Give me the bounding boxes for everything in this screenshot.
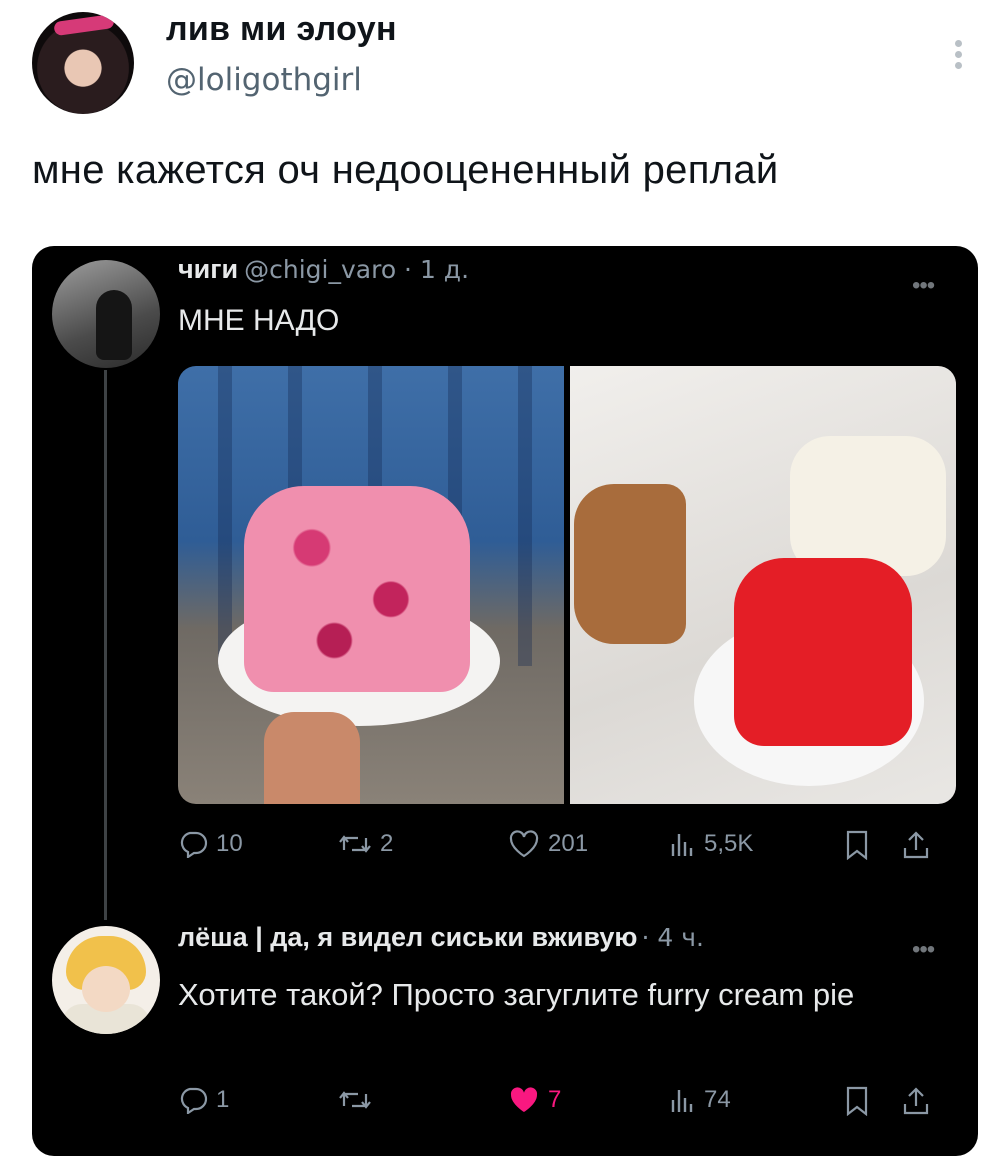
avatar[interactable] [52, 260, 160, 368]
views-icon [671, 1090, 693, 1112]
tweet-actions: 1 7 74 [178, 1086, 956, 1126]
like-count: 7 [548, 1086, 562, 1113]
media-image-pink-leopard-cake[interactable] [178, 366, 564, 804]
author-name[interactable]: лив ми элоун [166, 10, 397, 49]
bookmark-icon [846, 1086, 868, 1116]
tweet-actions: 10 2 201 5,5K [178, 830, 956, 870]
media-image-leopard-cakes[interactable] [570, 366, 956, 804]
reply-button[interactable]: 10 [178, 830, 243, 858]
retweet-button[interactable]: 2 [338, 830, 393, 858]
bookmark-button[interactable] [844, 1086, 870, 1116]
share-button[interactable] [902, 1086, 930, 1116]
retweet-icon [339, 1091, 371, 1109]
tweet-text: Хотите такой? Просто загуглите furry cre… [178, 977, 855, 1012]
avatar[interactable] [32, 12, 134, 114]
reply-count: 10 [216, 830, 243, 857]
share-icon [903, 1087, 929, 1115]
tweet-text: мне кажется оч недооцененный реплай [32, 148, 779, 192]
view-count: 5,5K [704, 830, 754, 857]
tweet-text: МНЕ НАДО [178, 304, 340, 337]
author-handle-time[interactable]: @chigi_varo · 1 д. [244, 255, 469, 284]
embedded-screenshot[interactable]: чиги@chigi_varo · 1 д. ••• МНЕ НАДО 10 [32, 246, 978, 1156]
heart-icon [509, 830, 539, 858]
author-handle[interactable]: @loligothgirl [166, 62, 362, 98]
tweet-header: лёша | да, я видел сиськи вживую · 4 ч. [178, 922, 704, 953]
like-button[interactable]: 201 [508, 830, 588, 858]
view-count: 74 [704, 1086, 731, 1113]
bookmark-icon [846, 830, 868, 860]
more-options-icon[interactable]: ••• [912, 936, 935, 964]
author-name[interactable]: чиги [178, 254, 238, 284]
bookmark-button[interactable] [844, 830, 870, 860]
tweet-header: чиги @chigi_varo · 1 д. [178, 254, 469, 285]
share-button[interactable] [902, 830, 930, 860]
thread-line [104, 370, 107, 920]
reply-icon [180, 831, 208, 858]
retweet-count: 2 [380, 830, 394, 857]
more-options-icon[interactable]: ••• [912, 272, 935, 300]
avatar[interactable] [52, 926, 160, 1034]
reply-icon [180, 1087, 208, 1114]
retweet-icon [339, 835, 371, 853]
views-button[interactable]: 5,5K [668, 830, 753, 858]
views-icon [671, 834, 693, 856]
more-options-icon[interactable] [948, 36, 968, 76]
reply-count: 1 [216, 1086, 230, 1113]
share-icon [903, 831, 929, 859]
views-button[interactable]: 74 [668, 1086, 731, 1114]
heart-filled-icon [510, 1087, 538, 1112]
reply-button[interactable]: 1 [178, 1086, 229, 1114]
author-name[interactable]: лёша | да, я видел сиськи вживую [178, 922, 638, 952]
like-count: 201 [548, 830, 589, 857]
retweet-button[interactable] [338, 1086, 372, 1114]
tweet-time[interactable]: · 4 ч. [642, 923, 704, 952]
like-button[interactable]: 7 [508, 1086, 561, 1114]
tweet-media[interactable] [178, 366, 956, 804]
